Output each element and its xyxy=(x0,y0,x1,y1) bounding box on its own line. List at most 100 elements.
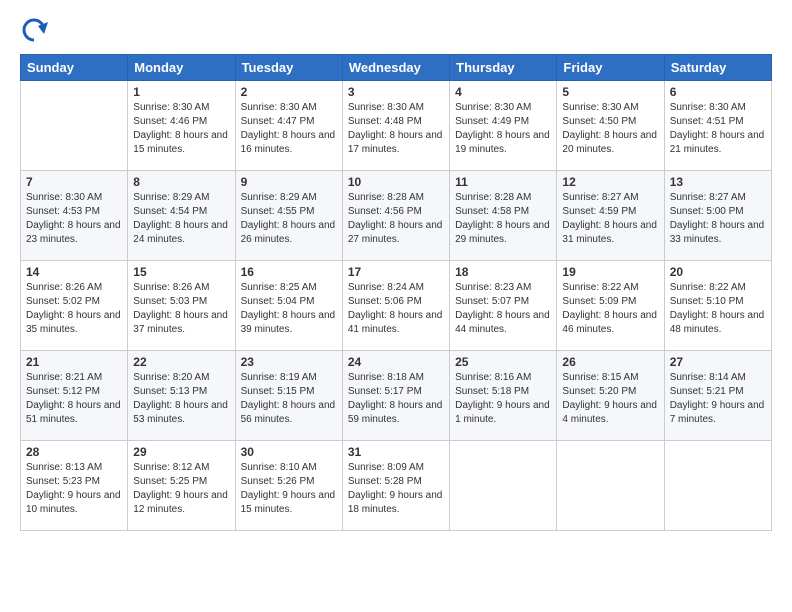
sunset-text: Sunset: 5:13 PM xyxy=(133,386,207,397)
sunset-text: Sunset: 5:07 PM xyxy=(455,296,529,307)
sunrise-text: Sunrise: 8:26 AM xyxy=(26,282,102,293)
sunrise-text: Sunrise: 8:15 AM xyxy=(562,372,638,383)
calendar: SundayMondayTuesdayWednesdayThursdayFrid… xyxy=(20,54,772,531)
calendar-cell: 18 Sunrise: 8:23 AM Sunset: 5:07 PM Dayl… xyxy=(450,261,557,351)
daylight-text: Daylight: 9 hours and 12 minutes. xyxy=(133,490,228,515)
day-info: Sunrise: 8:25 AM Sunset: 5:04 PM Dayligh… xyxy=(241,281,337,337)
sunrise-text: Sunrise: 8:22 AM xyxy=(562,282,638,293)
day-info: Sunrise: 8:13 AM Sunset: 5:23 PM Dayligh… xyxy=(26,461,122,517)
sunrise-text: Sunrise: 8:09 AM xyxy=(348,462,424,473)
day-info: Sunrise: 8:26 AM Sunset: 5:03 PM Dayligh… xyxy=(133,281,229,337)
day-number: 17 xyxy=(348,265,444,279)
calendar-cell xyxy=(664,441,771,531)
daylight-text: Daylight: 8 hours and 31 minutes. xyxy=(562,220,657,245)
daylight-text: Daylight: 9 hours and 18 minutes. xyxy=(348,490,443,515)
calendar-cell: 17 Sunrise: 8:24 AM Sunset: 5:06 PM Dayl… xyxy=(342,261,449,351)
day-number: 23 xyxy=(241,355,337,369)
daylight-text: Daylight: 9 hours and 4 minutes. xyxy=(562,400,657,425)
sunset-text: Sunset: 5:06 PM xyxy=(348,296,422,307)
calendar-cell: 20 Sunrise: 8:22 AM Sunset: 5:10 PM Dayl… xyxy=(664,261,771,351)
day-number: 19 xyxy=(562,265,658,279)
calendar-body: 1 Sunrise: 8:30 AM Sunset: 4:46 PM Dayli… xyxy=(21,81,772,531)
calendar-week-4: 21 Sunrise: 8:21 AM Sunset: 5:12 PM Dayl… xyxy=(21,351,772,441)
sunrise-text: Sunrise: 8:30 AM xyxy=(26,192,102,203)
sunrise-text: Sunrise: 8:27 AM xyxy=(670,192,746,203)
calendar-cell: 4 Sunrise: 8:30 AM Sunset: 4:49 PM Dayli… xyxy=(450,81,557,171)
sunset-text: Sunset: 4:54 PM xyxy=(133,206,207,217)
day-info: Sunrise: 8:29 AM Sunset: 4:54 PM Dayligh… xyxy=(133,191,229,247)
day-number: 31 xyxy=(348,445,444,459)
weekday-header-wednesday: Wednesday xyxy=(342,55,449,81)
sunrise-text: Sunrise: 8:30 AM xyxy=(562,102,638,113)
sunrise-text: Sunrise: 8:20 AM xyxy=(133,372,209,383)
daylight-text: Daylight: 8 hours and 23 minutes. xyxy=(26,220,121,245)
daylight-text: Daylight: 8 hours and 19 minutes. xyxy=(455,130,550,155)
sunrise-text: Sunrise: 8:16 AM xyxy=(455,372,531,383)
calendar-cell: 16 Sunrise: 8:25 AM Sunset: 5:04 PM Dayl… xyxy=(235,261,342,351)
sunrise-text: Sunrise: 8:18 AM xyxy=(348,372,424,383)
day-info: Sunrise: 8:27 AM Sunset: 5:00 PM Dayligh… xyxy=(670,191,766,247)
day-info: Sunrise: 8:30 AM Sunset: 4:47 PM Dayligh… xyxy=(241,101,337,157)
calendar-cell: 7 Sunrise: 8:30 AM Sunset: 4:53 PM Dayli… xyxy=(21,171,128,261)
daylight-text: Daylight: 8 hours and 53 minutes. xyxy=(133,400,228,425)
sunset-text: Sunset: 5:04 PM xyxy=(241,296,315,307)
sunset-text: Sunset: 5:25 PM xyxy=(133,476,207,487)
calendar-cell: 29 Sunrise: 8:12 AM Sunset: 5:25 PM Dayl… xyxy=(128,441,235,531)
day-info: Sunrise: 8:29 AM Sunset: 4:55 PM Dayligh… xyxy=(241,191,337,247)
daylight-text: Daylight: 8 hours and 56 minutes. xyxy=(241,400,336,425)
day-info: Sunrise: 8:10 AM Sunset: 5:26 PM Dayligh… xyxy=(241,461,337,517)
day-number: 12 xyxy=(562,175,658,189)
day-number: 30 xyxy=(241,445,337,459)
day-info: Sunrise: 8:12 AM Sunset: 5:25 PM Dayligh… xyxy=(133,461,229,517)
day-info: Sunrise: 8:22 AM Sunset: 5:10 PM Dayligh… xyxy=(670,281,766,337)
day-info: Sunrise: 8:23 AM Sunset: 5:07 PM Dayligh… xyxy=(455,281,551,337)
calendar-cell: 19 Sunrise: 8:22 AM Sunset: 5:09 PM Dayl… xyxy=(557,261,664,351)
sunset-text: Sunset: 4:48 PM xyxy=(348,116,422,127)
sunset-text: Sunset: 4:51 PM xyxy=(670,116,744,127)
calendar-cell: 11 Sunrise: 8:28 AM Sunset: 4:58 PM Dayl… xyxy=(450,171,557,261)
page: SundayMondayTuesdayWednesdayThursdayFrid… xyxy=(0,0,792,541)
sunrise-text: Sunrise: 8:22 AM xyxy=(670,282,746,293)
calendar-week-3: 14 Sunrise: 8:26 AM Sunset: 5:02 PM Dayl… xyxy=(21,261,772,351)
calendar-cell: 26 Sunrise: 8:15 AM Sunset: 5:20 PM Dayl… xyxy=(557,351,664,441)
day-number: 20 xyxy=(670,265,766,279)
weekday-header-friday: Friday xyxy=(557,55,664,81)
weekday-header-thursday: Thursday xyxy=(450,55,557,81)
sunrise-text: Sunrise: 8:25 AM xyxy=(241,282,317,293)
sunrise-text: Sunrise: 8:28 AM xyxy=(348,192,424,203)
calendar-cell: 13 Sunrise: 8:27 AM Sunset: 5:00 PM Dayl… xyxy=(664,171,771,261)
weekday-header-row: SundayMondayTuesdayWednesdayThursdayFrid… xyxy=(21,55,772,81)
sunrise-text: Sunrise: 8:24 AM xyxy=(348,282,424,293)
daylight-text: Daylight: 8 hours and 16 minutes. xyxy=(241,130,336,155)
day-info: Sunrise: 8:21 AM Sunset: 5:12 PM Dayligh… xyxy=(26,371,122,427)
weekday-header-sunday: Sunday xyxy=(21,55,128,81)
calendar-cell: 23 Sunrise: 8:19 AM Sunset: 5:15 PM Dayl… xyxy=(235,351,342,441)
calendar-week-2: 7 Sunrise: 8:30 AM Sunset: 4:53 PM Dayli… xyxy=(21,171,772,261)
day-number: 15 xyxy=(133,265,229,279)
sunset-text: Sunset: 5:00 PM xyxy=(670,206,744,217)
day-number: 13 xyxy=(670,175,766,189)
sunset-text: Sunset: 5:18 PM xyxy=(455,386,529,397)
day-number: 26 xyxy=(562,355,658,369)
daylight-text: Daylight: 8 hours and 46 minutes. xyxy=(562,310,657,335)
sunset-text: Sunset: 5:03 PM xyxy=(133,296,207,307)
day-info: Sunrise: 8:30 AM Sunset: 4:53 PM Dayligh… xyxy=(26,191,122,247)
calendar-cell: 2 Sunrise: 8:30 AM Sunset: 4:47 PM Dayli… xyxy=(235,81,342,171)
weekday-header-monday: Monday xyxy=(128,55,235,81)
sunrise-text: Sunrise: 8:10 AM xyxy=(241,462,317,473)
daylight-text: Daylight: 8 hours and 15 minutes. xyxy=(133,130,228,155)
daylight-text: Daylight: 8 hours and 17 minutes. xyxy=(348,130,443,155)
sunrise-text: Sunrise: 8:19 AM xyxy=(241,372,317,383)
weekday-header-tuesday: Tuesday xyxy=(235,55,342,81)
calendar-cell: 12 Sunrise: 8:27 AM Sunset: 4:59 PM Dayl… xyxy=(557,171,664,261)
calendar-cell: 8 Sunrise: 8:29 AM Sunset: 4:54 PM Dayli… xyxy=(128,171,235,261)
sunrise-text: Sunrise: 8:29 AM xyxy=(241,192,317,203)
calendar-cell: 27 Sunrise: 8:14 AM Sunset: 5:21 PM Dayl… xyxy=(664,351,771,441)
day-number: 5 xyxy=(562,85,658,99)
calendar-cell xyxy=(557,441,664,531)
day-info: Sunrise: 8:30 AM Sunset: 4:49 PM Dayligh… xyxy=(455,101,551,157)
logo-icon xyxy=(20,16,48,44)
daylight-text: Daylight: 8 hours and 35 minutes. xyxy=(26,310,121,335)
day-number: 8 xyxy=(133,175,229,189)
sunrise-text: Sunrise: 8:29 AM xyxy=(133,192,209,203)
